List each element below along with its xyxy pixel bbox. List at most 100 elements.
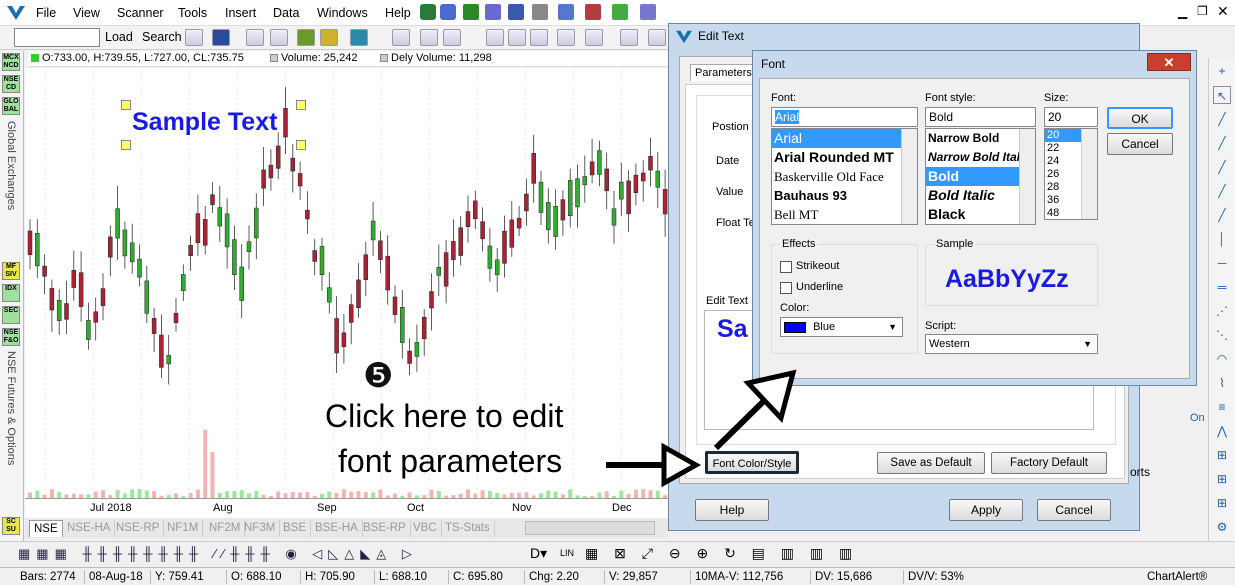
candle-chart-icon[interactable] bbox=[508, 29, 526, 46]
tab-nse-rp[interactable]: NSE-RP bbox=[112, 520, 165, 537]
nse-fo-button[interactable]: NSE F&O bbox=[2, 328, 20, 346]
bar-chart-icon[interactable] bbox=[486, 29, 504, 46]
save-as-default-button[interactable]: Save as Default bbox=[877, 452, 985, 474]
tool-icon[interactable] bbox=[558, 4, 574, 20]
ma-icon[interactable] bbox=[620, 29, 638, 46]
gann-icon[interactable]: ⋱ bbox=[1213, 326, 1231, 344]
tool-icon[interactable] bbox=[648, 29, 666, 46]
font-list-item[interactable]: Arial bbox=[772, 129, 917, 148]
mcx-ncd-button[interactable]: MCX NCD bbox=[2, 53, 20, 71]
line-chart-icon[interactable] bbox=[530, 29, 548, 46]
minimize-icon[interactable]: ▁ bbox=[1178, 5, 1187, 19]
cycle-icon[interactable]: ⌇ bbox=[1213, 374, 1231, 392]
resize-handle[interactable] bbox=[296, 140, 306, 150]
tab-nf1m[interactable]: NF1M bbox=[163, 520, 204, 537]
menu-windows[interactable]: Windows bbox=[317, 6, 368, 20]
search-button[interactable]: Search bbox=[142, 30, 182, 44]
resize-handle[interactable] bbox=[296, 100, 306, 110]
menu-tools[interactable]: Tools bbox=[178, 6, 207, 20]
help-button[interactable]: Help bbox=[695, 499, 769, 521]
zoom-icons[interactable]: ▦ ⊠ ⤢ ⊖ ⊕ ↻ ▤ ▥ ▥ ▥ bbox=[585, 545, 858, 562]
font-list-item[interactable]: Bell MT bbox=[772, 205, 917, 224]
tool-icon[interactable] bbox=[420, 4, 436, 20]
global-button[interactable]: GLO BAL bbox=[2, 97, 20, 115]
tool-icon[interactable] bbox=[585, 4, 601, 20]
font-style-input[interactable]: Bold bbox=[925, 107, 1036, 127]
sc-su-button[interactable]: SC SU bbox=[2, 517, 20, 535]
load-button[interactable]: Load bbox=[105, 30, 133, 44]
color-select[interactable]: Blue ▼ bbox=[780, 317, 903, 337]
grid-icon[interactable]: ⊞ bbox=[1213, 494, 1231, 512]
fan-icon[interactable]: ⋰ bbox=[1213, 302, 1231, 320]
tool-icon[interactable] bbox=[485, 4, 501, 20]
channel-icon[interactable]: ═ bbox=[1213, 278, 1231, 296]
tool-icon[interactable] bbox=[640, 4, 656, 20]
pointer-icon[interactable]: ↖ bbox=[1213, 86, 1231, 104]
restore-icon[interactable]: ❐ bbox=[1197, 4, 1208, 18]
crosshair-icon[interactable]: + bbox=[1213, 62, 1231, 80]
tool-icon[interactable] bbox=[508, 4, 524, 20]
apply-button[interactable]: Apply bbox=[949, 499, 1023, 521]
size-list[interactable]: 20 22 24 26 28 36 48 bbox=[1044, 128, 1098, 220]
print-icon[interactable] bbox=[246, 29, 264, 46]
arc-icon[interactable]: ◠ bbox=[1213, 350, 1231, 368]
chart-style-icon[interactable] bbox=[185, 29, 203, 46]
gear-icon[interactable]: ⚙ bbox=[1213, 518, 1231, 536]
tab-bse[interactable]: BSE bbox=[279, 520, 312, 537]
dw-icon[interactable] bbox=[297, 29, 315, 46]
font-list-item[interactable]: Bauhaus 93 bbox=[772, 186, 917, 205]
menu-insert[interactable]: Insert bbox=[225, 6, 256, 20]
horizontal-scrollbar[interactable] bbox=[525, 521, 655, 535]
close-icon[interactable]: ✕ bbox=[1217, 3, 1229, 20]
horizontal-line-icon[interactable]: ─ bbox=[1213, 254, 1231, 272]
font-list[interactable]: Arial Arial Rounded MT Baskerville Old F… bbox=[771, 128, 918, 225]
tab-ts-stats[interactable]: TS-Stats bbox=[441, 520, 495, 537]
menu-scanner[interactable]: Scanner bbox=[117, 6, 164, 20]
tool-icon[interactable] bbox=[585, 29, 603, 46]
font-cancel-button[interactable]: Cancel bbox=[1107, 133, 1173, 155]
fib-icon[interactable]: ≡ bbox=[1213, 398, 1231, 416]
print-preview-icon[interactable] bbox=[270, 29, 288, 46]
tab-nse-ha[interactable]: NSE-HA bbox=[63, 520, 116, 537]
save-icon[interactable] bbox=[212, 29, 230, 46]
m-icon[interactable] bbox=[350, 29, 368, 46]
lin-icon[interactable]: LIN bbox=[560, 548, 574, 558]
sl-icon[interactable]: ╱ bbox=[1213, 158, 1231, 176]
sl-icon[interactable]: ╱ bbox=[1213, 182, 1231, 200]
size-list-scrollbar[interactable] bbox=[1081, 129, 1097, 219]
font-list-item[interactable]: Baskerville Old Face bbox=[772, 167, 917, 186]
refresh-icon[interactable] bbox=[420, 29, 438, 46]
font-color-style-button[interactable]: Font Color/Style bbox=[705, 451, 799, 474]
price-chart[interactable]: Sample Text ❺ Click here to edit font pa… bbox=[25, 68, 668, 498]
tab-vbc[interactable]: VBC bbox=[409, 520, 442, 537]
resize-handle[interactable] bbox=[121, 100, 131, 110]
font-list-item[interactable]: Arial Rounded MT bbox=[772, 148, 917, 167]
indicator-icon[interactable] bbox=[320, 29, 338, 46]
close-icon[interactable]: ✕ bbox=[1147, 53, 1191, 71]
tab-nf3m[interactable]: NF3M bbox=[240, 520, 281, 537]
menu-help[interactable]: Help bbox=[385, 6, 411, 20]
tab-nse[interactable]: NSE bbox=[29, 520, 63, 537]
menu-file[interactable]: File bbox=[36, 6, 56, 20]
52w-icon[interactable] bbox=[557, 29, 575, 46]
resize-handle[interactable] bbox=[121, 140, 131, 150]
strikeout-checkbox[interactable] bbox=[780, 261, 792, 273]
nse-cd-button[interactable]: NSE CD bbox=[2, 75, 20, 93]
idx-button[interactable]: IDX bbox=[2, 284, 20, 302]
font-input[interactable]: Arial bbox=[771, 107, 918, 127]
grid-icon[interactable]: ⊞ bbox=[1213, 470, 1231, 488]
nse-fo-label[interactable]: NSE Futures & Options bbox=[5, 351, 17, 465]
andrew-icon[interactable]: ⋀ bbox=[1213, 422, 1231, 440]
tool-icon[interactable] bbox=[440, 4, 456, 20]
font-style-scrollbar[interactable] bbox=[1019, 129, 1035, 224]
tool-icon[interactable] bbox=[443, 29, 461, 46]
menu-view[interactable]: View bbox=[73, 6, 100, 20]
vertical-line-icon[interactable]: │ bbox=[1213, 230, 1231, 248]
sec-button[interactable]: SEC bbox=[2, 306, 20, 324]
font-style-list[interactable]: Narrow Bold Narrow Bold Italic Bold Bold… bbox=[925, 128, 1036, 225]
tab-parameters[interactable]: Parameters bbox=[690, 64, 757, 81]
menu-data[interactable]: Data bbox=[273, 6, 299, 20]
global-exchanges-label[interactable]: Global Exchanges bbox=[5, 121, 17, 210]
tab-bse-rp[interactable]: BSE-RP bbox=[359, 520, 411, 537]
tool-icon[interactable] bbox=[532, 4, 548, 20]
